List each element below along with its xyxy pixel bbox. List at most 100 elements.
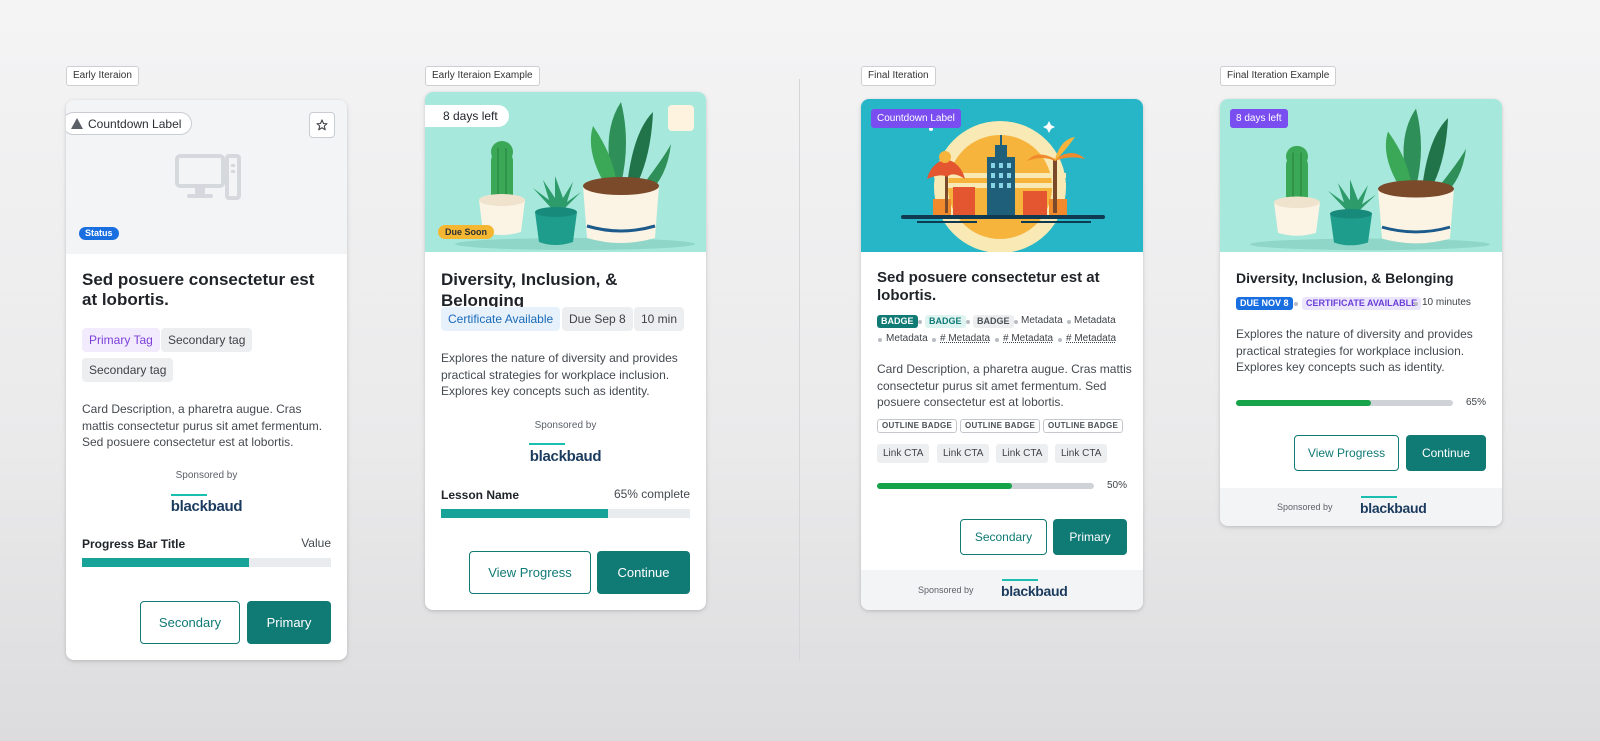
separator-dot xyxy=(932,338,936,342)
view-progress-button[interactable]: View Progress xyxy=(469,551,591,594)
primary-button[interactable]: Primary xyxy=(1053,519,1127,555)
separator-dot xyxy=(1058,338,1062,342)
duration-text: 10 minutes xyxy=(1422,297,1471,308)
continue-button[interactable]: Continue xyxy=(597,551,690,594)
metadata-link[interactable]: # Metadata xyxy=(940,333,990,344)
progress-percent: 65% xyxy=(1466,397,1487,408)
frame-label-final-iteration-example: Final Iteration Example xyxy=(1220,66,1337,86)
metadata-item: Metadata xyxy=(1021,315,1063,326)
metadata-item: Metadata xyxy=(1074,315,1116,326)
card-title: Diversity, Inclusion, & Belonging xyxy=(1236,270,1454,286)
logo-accent-line xyxy=(1361,496,1397,498)
progress-bar xyxy=(1236,400,1453,406)
card-title: Diversity, Inclusion, & Belonging xyxy=(441,270,618,310)
metadata-link[interactable]: # Metadata xyxy=(1066,333,1116,344)
logo-accent-line xyxy=(1002,579,1038,581)
countdown-label-badge: Countdown Label xyxy=(871,109,961,128)
progress-bar-fill xyxy=(877,483,1012,489)
card-description: Card Description, a pharetra augue. Cras… xyxy=(82,402,323,449)
card-description: Explores the nature of diversity and pro… xyxy=(441,351,678,398)
sponsor-footer: Sponsored by blackbaud xyxy=(861,570,1143,610)
secondary-button[interactable]: Secondary xyxy=(960,519,1047,555)
badge-subtle: BADGE xyxy=(925,315,966,328)
card-final-iteration[interactable]: Countdown Label Sed posuere consectetur … xyxy=(861,99,1143,610)
sponsored-by-label: Sponsored by xyxy=(175,470,238,481)
metadata-item: Metadata xyxy=(886,333,928,344)
sponsor-logo: blackbaud xyxy=(1001,583,1068,599)
due-soon-badge: Due Soon xyxy=(438,225,494,239)
progress-bar-fill xyxy=(441,509,608,518)
link-cta[interactable]: Link CTA xyxy=(1055,444,1108,463)
favorite-button[interactable] xyxy=(309,112,335,138)
card-final-iteration-example[interactable]: 8 days left Diversity, Inclusion, & Belo… xyxy=(1220,99,1502,526)
separator-dot xyxy=(1014,320,1018,324)
progress-bar xyxy=(877,483,1094,489)
separator-dot xyxy=(1294,302,1298,306)
secondary-tag: Secondary tag xyxy=(161,328,253,352)
primary-tag: Primary Tag xyxy=(82,328,160,352)
progress-percent: 50% xyxy=(1107,480,1128,491)
sponsor-logo: blackbaud xyxy=(170,498,243,515)
progress-bar xyxy=(441,509,690,518)
card-title: Sed posuere consectetur est at lobortis. xyxy=(877,269,1100,304)
due-date-tag: Due Sep 8 xyxy=(562,307,633,331)
progress-bar xyxy=(82,558,331,567)
badge-solid: BADGE xyxy=(877,315,918,328)
link-cta[interactable]: Link CTA xyxy=(937,444,990,463)
sponsored-by-label: Sponsored by xyxy=(1277,502,1333,512)
progress-bar-title: Progress Bar Title xyxy=(82,537,186,551)
progress-bar-fill xyxy=(82,558,249,567)
progress-value-label: Value xyxy=(301,536,331,550)
card-title: Sed posuere consectetur est at lobortis. xyxy=(82,270,315,309)
card-media-city: Countdown Label xyxy=(861,99,1143,252)
separator-dot xyxy=(1067,320,1071,324)
card-media-placeholder: Countdown Label Status xyxy=(66,100,347,254)
card-description: Card Description, a pharetra augue. Cras… xyxy=(877,362,1132,409)
lesson-name: Lesson Name xyxy=(441,488,520,502)
continue-button[interactable]: Continue xyxy=(1406,435,1486,471)
badge-neutral: BADGE xyxy=(973,315,1014,328)
bookmark-placeholder[interactable] xyxy=(668,105,694,131)
card-early-iteration-example[interactable]: 8 days left Due Soon Diversity, Inclusio… xyxy=(425,92,706,610)
sponsor-footer: Sponsored by blackbaud xyxy=(1220,488,1502,526)
section-divider xyxy=(799,79,800,661)
progress-bar-fill xyxy=(1236,400,1371,406)
secondary-button[interactable]: Secondary xyxy=(140,601,240,644)
frame-label-early-iteration: Early Iteraion xyxy=(66,66,139,86)
computer-placeholder-icon xyxy=(175,154,241,200)
separator-dot xyxy=(918,320,922,324)
view-progress-button[interactable]: View Progress xyxy=(1294,435,1399,471)
days-left-badge: 8 days left xyxy=(1230,109,1288,128)
sponsored-by-label: Sponsored by xyxy=(534,420,597,431)
countdown-label-text: Countdown Label xyxy=(88,116,182,131)
primary-button[interactable]: Primary xyxy=(247,601,331,644)
card-media-plants: 8 days left Due Soon xyxy=(425,92,706,252)
outline-badge: OUTLINE BADGE xyxy=(877,419,958,433)
separator-dot xyxy=(995,338,999,342)
progress-complete-label: 65% complete xyxy=(613,487,690,501)
outline-badge: OUTLINE BADGE xyxy=(960,419,1041,433)
sponsor-logo: blackbaud xyxy=(529,448,602,465)
link-cta[interactable]: Link CTA xyxy=(877,444,930,463)
sponsor-logo: blackbaud xyxy=(1360,500,1427,516)
sponsored-by-label: Sponsored by xyxy=(918,585,974,595)
certificate-badge: CERTIFICATE AVAILABLE xyxy=(1302,297,1422,310)
warning-triangle-icon xyxy=(71,118,83,129)
duration-tag: 10 min xyxy=(634,307,685,331)
outline-badge: OUTLINE BADGE xyxy=(1043,419,1124,433)
card-description: Explores the nature of diversity and pro… xyxy=(1236,327,1473,374)
days-left-chip: 8 days left xyxy=(425,105,509,127)
card-media-plants: 8 days left xyxy=(1220,99,1502,252)
frame-label-final-iteration: Final Iteration xyxy=(861,66,936,86)
countdown-label-chip: Countdown Label xyxy=(66,112,193,135)
separator-dot xyxy=(1414,302,1418,306)
logo-accent-line xyxy=(171,494,207,496)
card-early-iteration[interactable]: Countdown Label Status Sed posuere conse… xyxy=(66,100,347,660)
metadata-link[interactable]: # Metadata xyxy=(1003,333,1053,344)
secondary-tag: Secondary tag xyxy=(82,358,174,382)
link-cta[interactable]: Link CTA xyxy=(996,444,1049,463)
frame-label-early-iteration-example: Early Iteraion Example xyxy=(425,66,540,86)
logo-accent-line xyxy=(529,443,565,445)
status-badge: Status xyxy=(79,227,119,240)
due-date-badge: DUE NOV 8 xyxy=(1236,297,1293,310)
